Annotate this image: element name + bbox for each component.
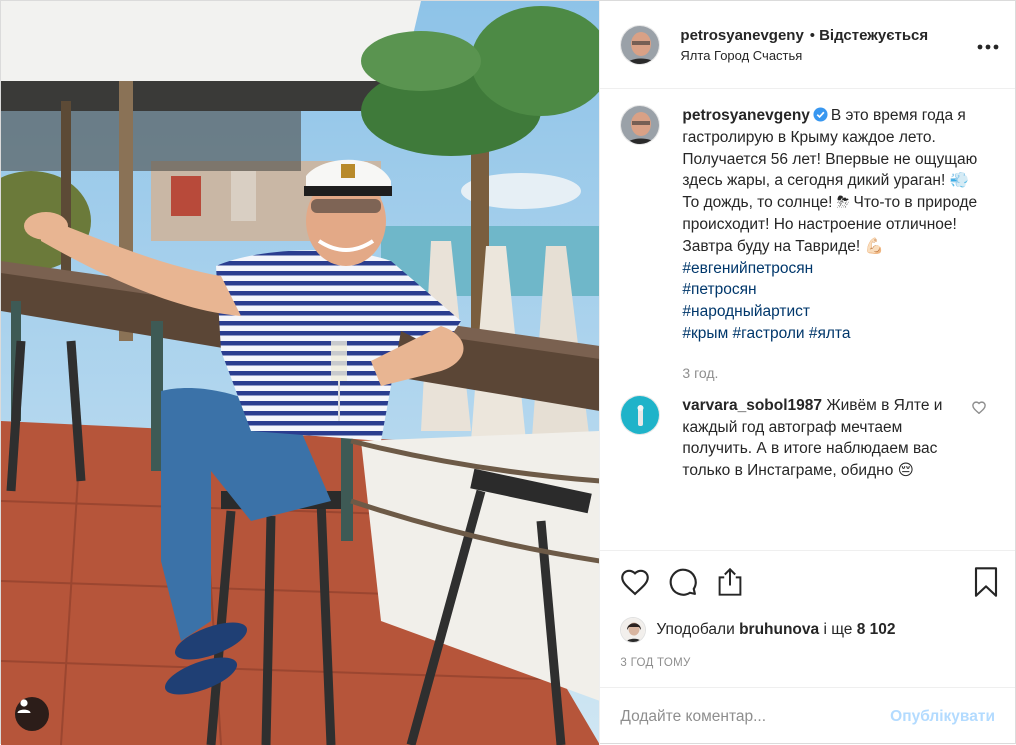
like-button[interactable] [620,568,650,596]
more-horizontal-icon [977,44,999,50]
hashtag-link[interactable]: #ялта [809,325,851,342]
commenter-username[interactable]: varvara_sobol1987 [682,397,822,414]
more-options-button[interactable] [977,33,999,56]
liker-username[interactable]: bruhunova [739,621,819,639]
post-details-panel: petrosyanevgeny • Відстежується Ялта Гор… [599,1,1015,745]
photo-illustration [1,1,600,745]
likes-middle: і ще [823,621,853,638]
caption: petrosyanevgeny В это время года я гастро… [620,105,995,345]
share-upload-icon [719,567,742,596]
post-timestamp[interactable]: 3 ГОД ТОМУ [600,647,1015,687]
hashtag-link[interactable]: #евгенийпетросян [682,258,982,280]
location-link[interactable]: Ялта Город Счастья [680,48,977,63]
comment-bubble-icon [670,568,698,596]
likes-prefix: Уподобали [656,621,735,638]
author-username[interactable]: petrosyanevgeny [680,27,803,44]
hashtag-line: #крым #гастроли #ялта [682,325,850,342]
comments-section[interactable]: petrosyanevgeny В это время года я гастро… [600,89,1015,551]
post-container: petrosyanevgeny • Відстежується Ялта Гор… [0,0,1016,745]
comment-text: varvara_sobol1987 Живём в Ялте и каждый … [682,395,952,482]
hashtag-link[interactable]: #народныйартист [682,301,982,323]
comment-button[interactable] [668,567,698,597]
heart-outline-icon [972,401,987,415]
caption-username[interactable]: petrosyanevgeny [682,107,810,124]
like-comment-button[interactable] [972,401,987,482]
caption-body: В это время года я гастролирую в Крыму к… [682,107,978,233]
separator-dot: • [809,26,816,44]
header-info: petrosyanevgeny • Відстежується Ялта Гор… [680,27,977,63]
follow-status-button[interactable]: Відстежується [819,27,928,44]
publish-button[interactable]: Опублікувати [890,708,995,726]
add-comment-bar: Опублікувати [600,687,1015,745]
liker-avatar-image [621,618,646,642]
commenter-avatar[interactable] [620,394,661,435]
caption-avatar-image [621,106,660,144]
action-bar [600,551,1015,613]
caption-text: petrosyanevgeny В это время года я гастро… [682,105,982,345]
header-top-row: petrosyanevgeny • Відстежується [680,27,977,44]
hashtag-link[interactable]: #гастроли [733,325,805,342]
hashtag-link[interactable]: #петросян [682,279,982,301]
person-icon [17,699,31,713]
author-avatar-image [621,25,660,64]
comment-item: varvara_sobol1987 Живём в Ялте и каждый … [620,394,995,482]
heart-icon [621,569,650,596]
share-button[interactable] [716,567,744,597]
comment-input[interactable] [620,707,891,726]
author-avatar[interactable] [620,24,661,65]
verified-badge-icon [813,107,828,122]
post-header: petrosyanevgeny • Відстежується Ялта Гор… [600,1,1015,89]
caption-age[interactable]: 3 год. [682,365,995,381]
user-tags-button[interactable] [15,697,49,731]
likes-summary: Уподобали bruhunova і ще 8 102 [600,613,1015,647]
bookmark-icon [974,567,998,597]
save-button[interactable] [973,567,999,597]
likes-count[interactable]: 8 102 [857,621,896,639]
post-photo[interactable] [1,1,600,745]
hashtag-link[interactable]: #крым [682,325,728,342]
caption-line-2: Завтра буду на Тавриде! 💪🏻 [682,237,884,255]
commenter-avatar-image [621,395,660,434]
liker-avatar[interactable] [620,617,647,643]
caption-avatar[interactable] [620,105,661,145]
